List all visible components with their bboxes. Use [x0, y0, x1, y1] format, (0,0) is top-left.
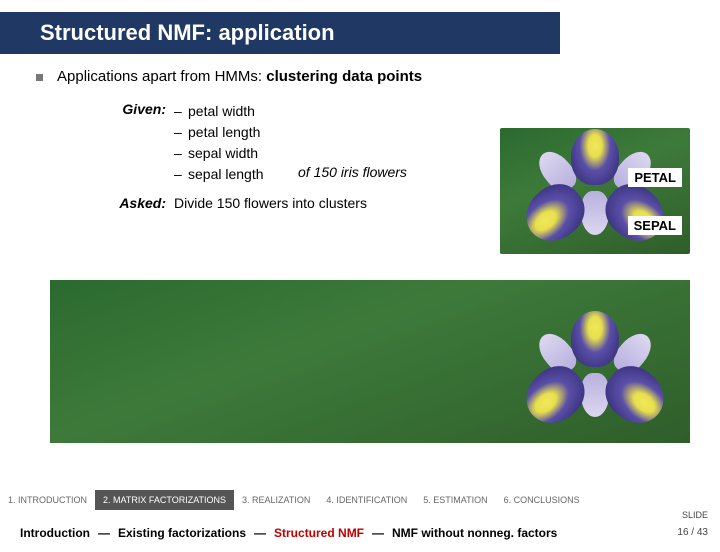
crumb-2[interactable]: Existing factorizations	[114, 526, 250, 540]
slide-title: Structured NMF: application	[0, 12, 560, 54]
slide-number: 16 / 43	[677, 527, 708, 538]
crumb-sep: —	[368, 526, 388, 540]
given-item: petal length	[188, 124, 260, 140]
given-item: petal width	[188, 103, 255, 119]
nav-item-5[interactable]: 5. ESTIMATION	[415, 490, 495, 510]
bullet-line-1: Applications apart from HMMs: clustering…	[30, 68, 690, 85]
line1-bold: clustering data points	[266, 68, 422, 85]
slide-label: SLIDE	[682, 510, 708, 520]
labeled-flower: PETAL SEPAL	[500, 128, 690, 254]
species-virginica: Virginica	[500, 280, 690, 443]
breadcrumb: Introduction — Existing factorizations —…	[0, 526, 720, 540]
nav-item-2[interactable]: 2. MATRIX FACTORIZATIONS	[95, 490, 234, 510]
crumb-4[interactable]: NMF without nonneg. factors	[388, 526, 561, 540]
crumb-sep: —	[94, 526, 114, 540]
given-label: Given:	[110, 101, 174, 185]
nav-item-6[interactable]: 6. CONCLUSIONS	[496, 490, 588, 510]
crumb-1[interactable]: Introduction	[16, 526, 94, 540]
species-row: Setosa Versicolor Virginica	[50, 280, 690, 443]
nav-item-3[interactable]: 3. REALIZATION	[234, 490, 318, 510]
crumb-3-active[interactable]: Structured NMF	[270, 526, 368, 540]
given-item: sepal length	[188, 166, 264, 182]
petal-label: PETAL	[628, 168, 682, 187]
sepal-label: SEPAL	[628, 216, 682, 235]
given-item: sepal width	[188, 145, 258, 161]
iris-image: PETAL SEPAL	[500, 128, 690, 254]
nav-item-4[interactable]: 4. IDENTIFICATION	[318, 490, 415, 510]
asked-label: Asked:	[110, 195, 174, 211]
square-bullet-icon	[36, 74, 43, 81]
section-nav: 1. INTRODUCTION 2. MATRIX FACTORIZATIONS…	[0, 490, 720, 510]
given-list: –petal width –petal length –sepal width …	[174, 101, 264, 185]
nav-item-1[interactable]: 1. INTRODUCTION	[0, 490, 95, 510]
crumb-sep: —	[250, 526, 270, 540]
asked-text: Divide 150 flowers into clusters	[174, 195, 367, 211]
of-note: of 150 iris flowers	[298, 164, 407, 180]
line1-prefix: Applications apart from HMMs:	[57, 68, 266, 85]
iris-image	[500, 303, 690, 443]
